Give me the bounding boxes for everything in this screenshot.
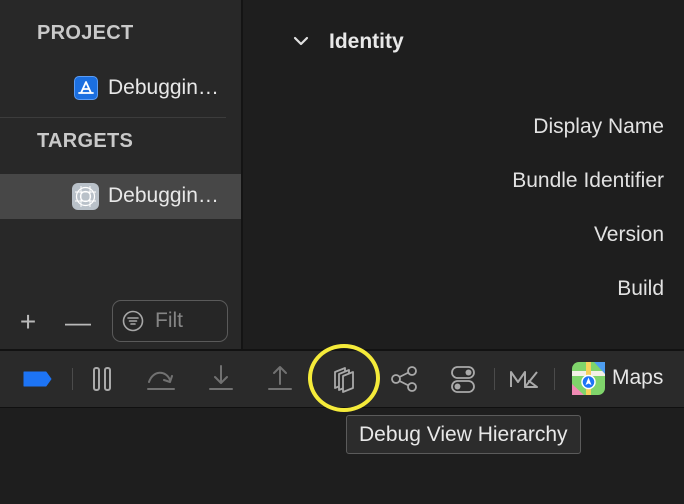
simulated-location-label[interactable]: Maps bbox=[612, 366, 663, 390]
filter-input[interactable] bbox=[155, 309, 225, 333]
version-label: Version bbox=[593, 223, 664, 246]
tooltip: Debug View Hierarchy bbox=[346, 415, 581, 454]
filter-icon bbox=[122, 310, 144, 332]
xcode-project-icon bbox=[74, 76, 98, 100]
chevron-down-icon[interactable] bbox=[290, 30, 312, 52]
project-item[interactable]: Debuggin… bbox=[0, 70, 241, 108]
build-label: Build bbox=[617, 277, 664, 300]
project-section-header: PROJECT bbox=[37, 22, 134, 44]
pane-divider[interactable] bbox=[241, 0, 243, 349]
maps-app-icon[interactable] bbox=[572, 362, 605, 395]
target-item-label: Debuggin… bbox=[108, 184, 219, 207]
breakpoint-icon[interactable] bbox=[20, 360, 54, 398]
toolbar-divider bbox=[72, 368, 73, 390]
toolbar-divider bbox=[554, 368, 555, 390]
add-button[interactable]: + bbox=[14, 306, 42, 338]
simulate-location-icon[interactable] bbox=[507, 360, 541, 398]
bundle-identifier-label: Bundle Identifier bbox=[512, 169, 664, 192]
highlight-circle bbox=[308, 344, 380, 412]
step-over-icon[interactable] bbox=[144, 360, 178, 398]
target-item-selected[interactable]: Debuggin… bbox=[0, 174, 241, 219]
project-navigator: PROJECT Debuggin… TARGETS Debuggin… + — bbox=[0, 0, 241, 349]
display-name-label: Display Name bbox=[533, 115, 664, 138]
memory-graph-icon[interactable] bbox=[387, 360, 421, 398]
project-item-label: Debuggin… bbox=[108, 76, 219, 99]
step-out-icon[interactable] bbox=[263, 360, 297, 398]
step-into-icon[interactable] bbox=[204, 360, 238, 398]
app-target-icon bbox=[72, 183, 99, 210]
toolbar-divider bbox=[494, 368, 495, 390]
identity-section-title[interactable]: Identity bbox=[329, 30, 404, 54]
filter-field[interactable] bbox=[112, 300, 228, 342]
remove-button[interactable]: — bbox=[64, 306, 92, 338]
section-divider bbox=[0, 117, 226, 118]
targets-section-header: TARGETS bbox=[37, 130, 134, 152]
environment-overrides-icon[interactable] bbox=[446, 360, 480, 398]
pause-icon[interactable] bbox=[85, 360, 119, 398]
